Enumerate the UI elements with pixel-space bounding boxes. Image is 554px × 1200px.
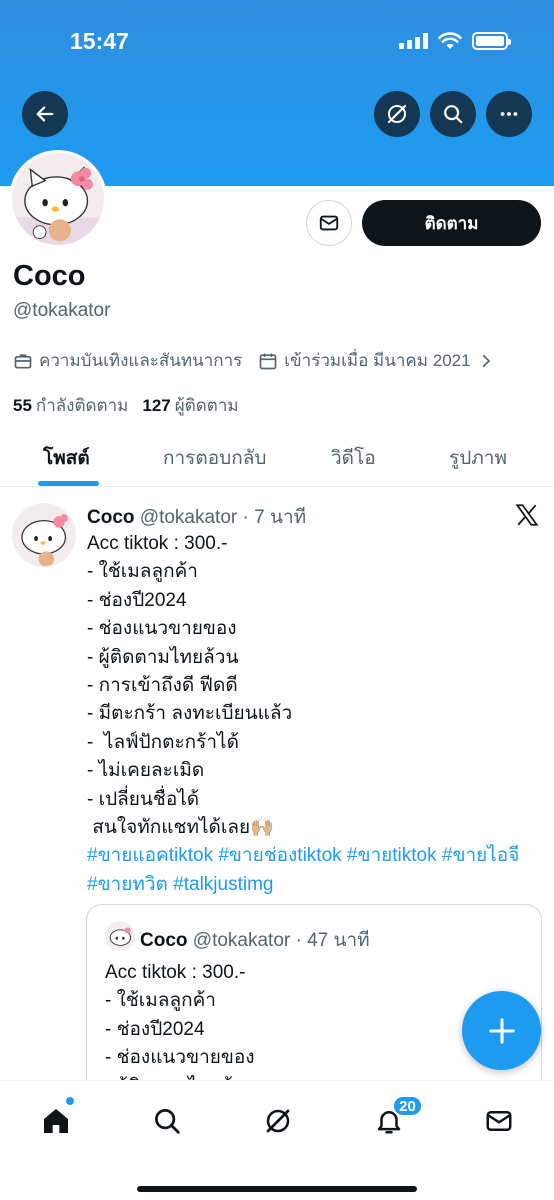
search-icon	[444, 105, 463, 124]
hello-kitty-avatar-image	[13, 504, 75, 566]
bottom-nav: 20	[0, 1080, 554, 1200]
back-button[interactable]	[22, 91, 68, 137]
nav-grok[interactable]	[258, 1101, 298, 1141]
profile-joined[interactable]: เข้าร่วมเมื่อ มีนาคม 2021	[284, 347, 470, 374]
post-line: - ไลฟ์ปักตะกร้าได้	[87, 731, 239, 753]
post-avatar[interactable]	[12, 503, 76, 567]
post-line: - การเข้าถึงดี ฟีดดี	[87, 675, 238, 697]
battery-icon	[472, 32, 511, 50]
notifications-badge: 20	[392, 1095, 423, 1117]
post-author[interactable]: Coco	[87, 507, 135, 528]
search-icon	[155, 1109, 180, 1134]
tab-videos[interactable]: วิดีโอ	[331, 443, 376, 473]
chevron-right-icon[interactable]	[477, 352, 495, 370]
back-arrow-icon	[36, 106, 54, 122]
tab-replies[interactable]: การตอบกลับ	[163, 443, 266, 473]
quote-line: - ช่องปี2024	[105, 1018, 205, 1040]
post-header: Coco @tokakator · 7 นาที	[87, 502, 306, 532]
post-meta: @tokakator · 7 นาที	[139, 507, 307, 528]
active-tab-indicator	[38, 481, 99, 486]
quote-avatar	[105, 921, 135, 951]
grok-icon	[266, 1109, 290, 1133]
compose-button[interactable]	[462, 991, 541, 1070]
grok-icon	[387, 104, 407, 124]
plus-icon	[488, 1017, 515, 1044]
post-line: - ผู้ติดตามไทยล้วน	[87, 646, 239, 668]
post-line: - มีตะกร้า ลงทะเบียนแล้ว	[87, 703, 293, 725]
follow-button[interactable]: ติดตาม	[362, 200, 541, 246]
status-time: 15:47	[70, 28, 129, 54]
post-hashtags[interactable]: #ขายแอคtiktok #ขายช่องtiktok #ขายtiktok …	[87, 842, 547, 899]
tab-photos[interactable]: รูปภาพ	[449, 443, 507, 473]
follow-stats: 55 กำลังติดตาม 127 ผู้ติดตาม	[13, 392, 239, 419]
post-line: Acc tiktok : 300.-	[87, 533, 228, 554]
more-icon	[500, 112, 518, 116]
following-link[interactable]: 55 กำลังติดตาม	[13, 392, 128, 419]
home-new-dot	[66, 1097, 74, 1105]
wifi-icon	[438, 32, 462, 49]
profile-avatar[interactable]	[9, 150, 107, 248]
calendar-icon	[259, 353, 277, 369]
quote-header: Coco @tokakator · 47 นาที	[140, 925, 370, 955]
post-text: Acc tiktok : 300.- - ใช้เมลลูกค้า - ช่อง…	[87, 530, 547, 899]
profile-name: Coco	[13, 260, 86, 292]
nav-search[interactable]	[147, 1101, 187, 1141]
signal-icon	[399, 33, 428, 49]
status-bar: 15:47	[0, 0, 554, 80]
nav-messages[interactable]	[479, 1101, 519, 1141]
mail-icon	[319, 215, 339, 231]
quote-meta: @tokakator · 47 นาที	[192, 930, 370, 951]
hello-kitty-avatar-image	[12, 153, 104, 245]
quote-line: - ช่องแนวขายของ	[105, 1047, 255, 1069]
nav-home[interactable]	[36, 1101, 76, 1141]
post-line: สนใจทักแชทได้เลย🙌🏼	[87, 817, 274, 839]
profile-tabs: โพสต์ การตอบกลับ วิดีโอ รูปภาพ	[0, 433, 554, 487]
message-button[interactable]	[306, 200, 352, 246]
home-indicator	[137, 1186, 417, 1192]
briefcase-icon	[14, 353, 32, 368]
post-line: - เปลี่ยนชื่อได้	[87, 788, 200, 810]
profile-meta: ความบันเทิงและสันทนาการ เข้าร่วมเมื่อ มี…	[13, 347, 501, 374]
search-button[interactable]	[430, 91, 476, 137]
post-line: - ช่องแนวขายของ	[87, 618, 237, 640]
tab-posts[interactable]: โพสต์	[43, 443, 90, 473]
profile-category: ความบันเทิงและสันทนาการ	[39, 351, 243, 370]
mail-icon	[486, 1111, 512, 1131]
followers-link[interactable]: 127 ผู้ติดตาม	[142, 392, 238, 419]
home-icon	[44, 1109, 68, 1133]
profile-handle: @tokakator	[13, 300, 111, 321]
x-logo-icon	[515, 504, 539, 526]
hello-kitty-avatar-image	[106, 922, 134, 950]
status-icons	[399, 32, 511, 50]
post-line: - ไม่เคยละเมิด	[87, 760, 205, 782]
quote-line: - ใช้เมลลูกค้า	[105, 990, 216, 1012]
grok-button[interactable]	[374, 91, 420, 137]
more-button[interactable]	[486, 91, 532, 137]
quote-line: Acc tiktok : 300.-	[105, 962, 246, 983]
post-line: - ช่องปี2024	[87, 589, 187, 611]
post-line: - ใช้เมลลูกค้า	[87, 561, 198, 583]
quote-author: Coco	[140, 930, 188, 951]
